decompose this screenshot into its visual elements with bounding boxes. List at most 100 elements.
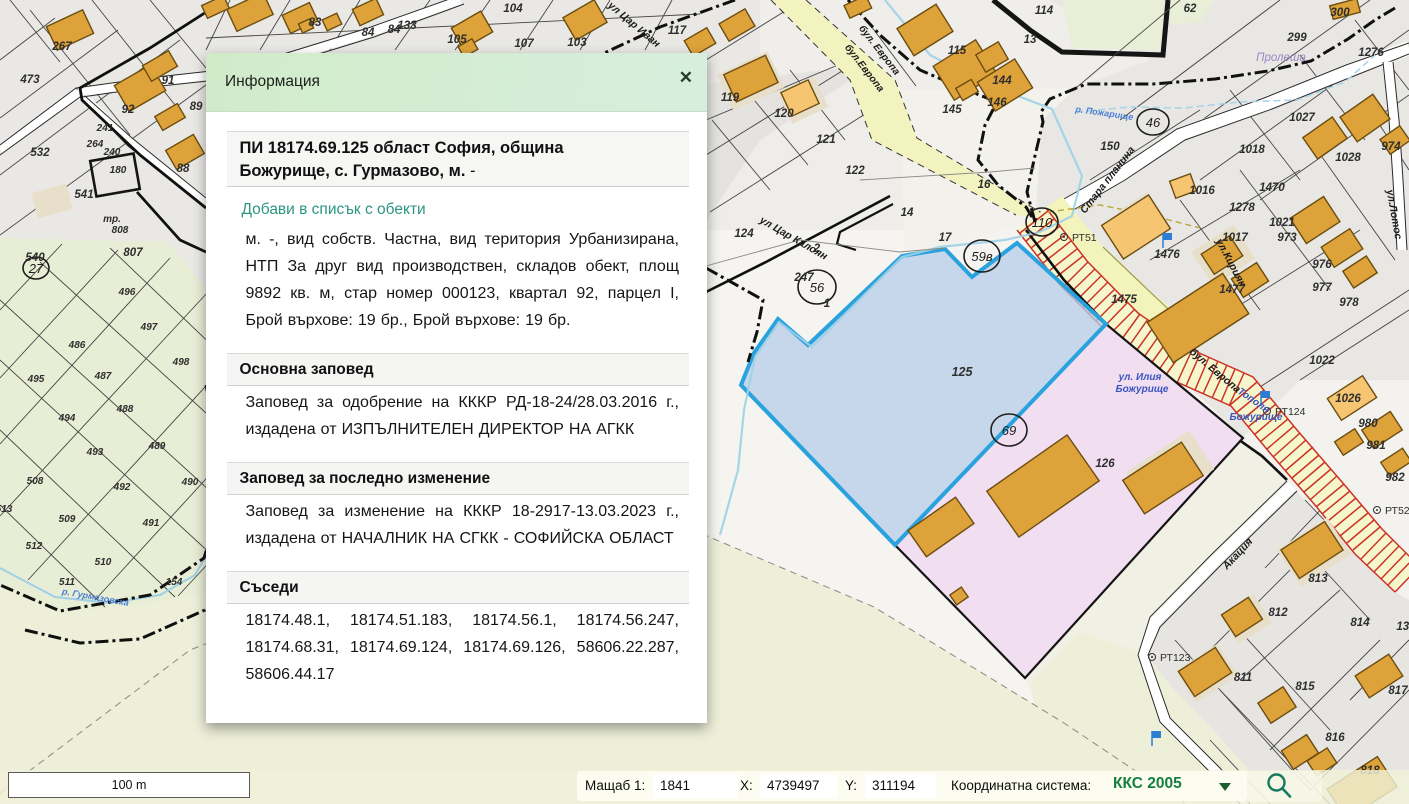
- svg-text:46: 46: [1146, 115, 1161, 130]
- svg-text:ул. Илия: ул. Илия: [1118, 372, 1162, 383]
- svg-text:492: 492: [113, 482, 131, 493]
- svg-text:512: 512: [26, 541, 43, 552]
- svg-text:299: 299: [1286, 32, 1307, 44]
- svg-text:813: 813: [1308, 573, 1328, 585]
- svg-text:133: 133: [397, 20, 417, 32]
- svg-text:Божурище: Божурище: [1116, 384, 1169, 395]
- svg-text:540: 540: [25, 252, 45, 264]
- svg-text:980: 980: [1358, 418, 1378, 430]
- svg-text:264: 264: [86, 139, 104, 150]
- svg-text:Пролеша: Пролеша: [1256, 52, 1306, 64]
- svg-text:120: 120: [774, 108, 794, 120]
- svg-text:РТ52: РТ52: [1385, 505, 1409, 517]
- svg-text:104: 104: [503, 3, 523, 15]
- svg-text:Божурище: Божурище: [1230, 412, 1283, 423]
- svg-text:125: 125: [952, 365, 974, 379]
- svg-text:816: 816: [1325, 732, 1345, 744]
- svg-text:1021: 1021: [1269, 217, 1295, 229]
- svg-text:267: 267: [51, 41, 72, 53]
- svg-text:1476: 1476: [1154, 249, 1180, 261]
- svg-text:1018: 1018: [1239, 144, 1265, 156]
- svg-text:812: 812: [1268, 607, 1288, 619]
- svg-text:16: 16: [978, 179, 991, 191]
- svg-text:59в: 59в: [971, 249, 992, 264]
- svg-text:240: 240: [103, 147, 121, 158]
- svg-text:513: 513: [0, 504, 13, 515]
- svg-text:978: 978: [1339, 297, 1359, 309]
- svg-text:981: 981: [1366, 440, 1385, 452]
- svg-text:498: 498: [172, 357, 190, 368]
- svg-text:487: 487: [94, 371, 112, 382]
- svg-text:117: 117: [668, 25, 687, 37]
- svg-text:114: 114: [1035, 5, 1054, 17]
- svg-text:982: 982: [1385, 472, 1405, 484]
- svg-text:808: 808: [112, 225, 129, 236]
- svg-text:145: 145: [942, 104, 962, 116]
- svg-text:817: 817: [1388, 685, 1408, 697]
- svg-text:122: 122: [845, 165, 865, 177]
- svg-text:14: 14: [901, 207, 914, 219]
- svg-text:84: 84: [362, 27, 375, 39]
- svg-text:110: 110: [1032, 215, 1053, 230]
- svg-text:154: 154: [166, 577, 183, 588]
- svg-text:тр.: тр.: [103, 214, 121, 225]
- svg-text:139: 139: [1396, 621, 1409, 633]
- svg-text:62: 62: [1184, 3, 1197, 15]
- svg-text:17: 17: [939, 232, 952, 244]
- svg-text:486: 486: [68, 340, 86, 351]
- svg-text:1022: 1022: [1309, 355, 1335, 367]
- svg-text:510: 510: [95, 557, 112, 568]
- svg-text:РТ51: РТ51: [1072, 232, 1097, 244]
- svg-text:490: 490: [181, 477, 199, 488]
- svg-text:115: 115: [948, 45, 967, 57]
- svg-text:1475: 1475: [1111, 294, 1137, 306]
- svg-text:974: 974: [1381, 141, 1401, 153]
- svg-text:1028: 1028: [1335, 152, 1361, 164]
- svg-text:495: 495: [27, 374, 45, 385]
- svg-text:247: 247: [793, 272, 814, 284]
- svg-text:124: 124: [734, 228, 754, 240]
- svg-text:489: 489: [148, 441, 166, 452]
- svg-text:83: 83: [309, 17, 322, 29]
- svg-text:1: 1: [824, 298, 830, 310]
- svg-text:811: 811: [1234, 672, 1252, 684]
- svg-text:977: 977: [1312, 282, 1332, 294]
- svg-text:1026: 1026: [1335, 393, 1361, 405]
- svg-text:144: 144: [992, 75, 1012, 87]
- svg-text:РТ123: РТ123: [1160, 652, 1191, 664]
- svg-text:126: 126: [1095, 458, 1115, 470]
- svg-text:69: 69: [1002, 423, 1016, 438]
- svg-text:241: 241: [96, 123, 114, 134]
- svg-text:973: 973: [1277, 232, 1297, 244]
- svg-text:976: 976: [1312, 259, 1332, 271]
- svg-text:494: 494: [58, 413, 76, 424]
- svg-text:1276: 1276: [1358, 47, 1384, 59]
- svg-text:1470: 1470: [1259, 182, 1285, 194]
- svg-text:150: 150: [1100, 141, 1120, 153]
- svg-text:91: 91: [162, 75, 175, 87]
- svg-text:121: 121: [816, 134, 835, 146]
- svg-text:807: 807: [123, 247, 143, 259]
- svg-text:1016: 1016: [1189, 185, 1215, 197]
- svg-text:488: 488: [116, 404, 134, 415]
- svg-text:496: 496: [118, 287, 136, 298]
- svg-text:88: 88: [177, 163, 190, 175]
- svg-text:509: 509: [59, 514, 76, 525]
- svg-text:1278: 1278: [1229, 202, 1255, 214]
- svg-text:92: 92: [122, 104, 135, 116]
- svg-text:180: 180: [110, 165, 127, 176]
- svg-text:473: 473: [19, 74, 40, 86]
- svg-text:532: 532: [30, 147, 50, 159]
- svg-text:119: 119: [721, 92, 740, 104]
- svg-text:493: 493: [86, 447, 104, 458]
- svg-text:105: 105: [447, 34, 467, 46]
- svg-text:103: 103: [567, 37, 587, 49]
- svg-text:146: 146: [987, 97, 1007, 109]
- svg-text:300: 300: [1330, 7, 1350, 19]
- svg-text:508: 508: [27, 476, 44, 487]
- svg-text:13: 13: [1024, 34, 1037, 46]
- svg-text:541: 541: [74, 189, 93, 201]
- svg-text:107: 107: [514, 38, 534, 50]
- svg-text:815: 815: [1295, 681, 1315, 693]
- svg-text:497: 497: [140, 322, 158, 333]
